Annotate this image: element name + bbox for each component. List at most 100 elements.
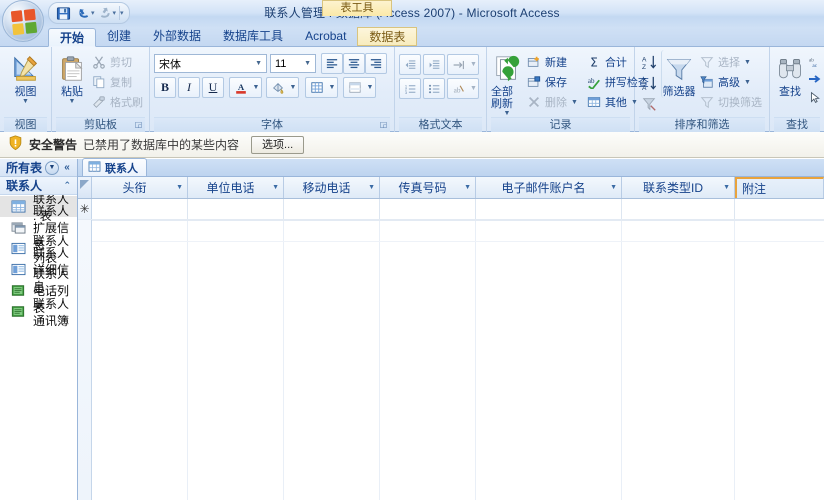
tab-home[interactable]: 开始	[48, 28, 97, 47]
italic-button[interactable]: I	[178, 77, 200, 98]
tab-external-data[interactable]: 外部数据	[142, 27, 212, 46]
document-tab-contacts[interactable]: 联系人	[82, 158, 147, 176]
chevron-down-icon[interactable]: ▼	[368, 184, 375, 191]
chevron-down-icon[interactable]: ▼	[176, 184, 183, 191]
tab-create[interactable]: 创建	[96, 27, 142, 46]
font-dialog-launcher-icon[interactable]: ◲	[379, 120, 388, 129]
save-icon[interactable]	[54, 4, 73, 22]
fill-color-icon	[266, 77, 288, 98]
align-left-button[interactable]	[321, 53, 343, 74]
chevron-up-icon[interactable]: ⌃	[63, 180, 71, 191]
delete-record-button[interactable]: 删除 ▼	[523, 92, 581, 112]
format-painter-button[interactable]: 格式刷	[88, 92, 146, 112]
gridlines-dropdown-icon[interactable]: ▼	[327, 77, 338, 98]
toggle-filter-button[interactable]: 切换筛选	[696, 92, 765, 112]
copy-button[interactable]: 复制	[88, 72, 146, 92]
decrease-indent-button[interactable]	[399, 54, 421, 75]
replace-button[interactable]: ab ac	[806, 53, 824, 69]
gridlines-control[interactable]: ▼	[305, 77, 338, 98]
column-header-email[interactable]: 电子邮件账户名 ▼	[476, 177, 622, 198]
advanced-dropdown-icon[interactable]: ▼	[744, 79, 751, 86]
save-record-button[interactable]: 保存	[523, 72, 581, 92]
sort-buttons: A Z Z A	[639, 50, 659, 114]
column-header-fax[interactable]: 传真号码 ▼	[380, 177, 476, 198]
clear-format-control[interactable]: ab ▼	[447, 78, 479, 99]
fill-color-control[interactable]: ▼	[266, 77, 299, 98]
undo-dropdown-icon[interactable]: ▾	[91, 9, 95, 17]
alternate-fill-dropdown-icon[interactable]: ▼	[365, 77, 376, 98]
chevron-down-icon[interactable]: ▼	[464, 184, 471, 191]
navigation-pane-header[interactable]: 所有表 ▼ «	[0, 159, 77, 177]
paste-dropdown-icon[interactable]: ▼	[69, 98, 76, 105]
tab-database-tools[interactable]: 数据库工具	[212, 27, 294, 46]
alternate-fill-control[interactable]: ▼	[343, 77, 376, 98]
chevron-down-icon[interactable]: ▼	[253, 60, 264, 67]
column-header-mobile-phone[interactable]: 移动电话 ▼	[284, 177, 380, 198]
text-direction-control[interactable]: ▼	[447, 54, 479, 75]
cell-mobile-phone[interactable]	[284, 199, 380, 219]
font-color-icon[interactable]: A	[229, 77, 251, 98]
paste-button[interactable]: 粘贴 ▼	[56, 50, 88, 105]
font-size-combo[interactable]: 11 ▼	[270, 54, 316, 73]
customize-qat-icon[interactable]: ▾	[120, 9, 124, 17]
font-color-dropdown-icon[interactable]: ▼	[251, 77, 262, 98]
clear-format-dropdown-icon[interactable]: ▼	[469, 78, 479, 99]
chevron-down-icon[interactable]: ▼	[302, 60, 313, 67]
new-record-button[interactable]: 新建	[523, 52, 581, 72]
cell-notes[interactable]	[735, 199, 824, 219]
chevron-down-icon[interactable]: ▼	[723, 184, 730, 191]
office-button[interactable]	[2, 0, 44, 42]
tab-acrobat[interactable]: Acrobat	[294, 27, 357, 46]
chevron-down-icon[interactable]: ▼	[610, 184, 617, 191]
record-selector[interactable]: ✳	[78, 199, 92, 219]
selection-button[interactable]: 选择 ▼	[696, 52, 765, 72]
redo-dropdown-icon[interactable]: ▾	[113, 9, 117, 17]
chevron-down-icon[interactable]: ▼	[272, 184, 279, 191]
font-color-control[interactable]: A ▼	[229, 77, 262, 98]
advanced-button[interactable]: 高级 ▼	[696, 72, 765, 92]
bulleted-list-button[interactable]	[423, 78, 445, 99]
view-dropdown-icon[interactable]: ▼	[22, 98, 29, 105]
cut-button[interactable]: 剪切	[88, 52, 146, 72]
cell-fax[interactable]	[380, 199, 476, 219]
filter-button[interactable]: 筛选器	[661, 50, 696, 98]
column-header-notes[interactable]: 附注	[735, 177, 824, 198]
view-button[interactable]: 视图 ▼	[4, 50, 47, 105]
increase-indent-button[interactable]	[423, 54, 445, 75]
double-chevron-left-icon[interactable]: «	[59, 162, 75, 173]
sort-ascending-button[interactable]: A Z	[639, 52, 659, 72]
refresh-all-dropdown-icon[interactable]: ▼	[504, 110, 511, 117]
select-button[interactable]	[806, 89, 824, 105]
clear-sort-button[interactable]	[639, 94, 659, 114]
cell-contact-type-id[interactable]	[622, 199, 735, 219]
delete-dropdown-icon[interactable]: ▼	[571, 99, 578, 106]
tab-datasheet[interactable]: 数据表	[357, 27, 418, 46]
new-record-row[interactable]: ✳	[78, 199, 824, 220]
find-button[interactable]: 查找	[774, 50, 806, 98]
column-header-work-phone[interactable]: 单位电话 ▼	[188, 177, 284, 198]
goto-button[interactable]	[806, 71, 824, 87]
selection-dropdown-icon[interactable]: ▼	[744, 59, 751, 66]
sort-descending-button[interactable]: Z A	[639, 73, 659, 93]
clipboard-dialog-launcher-icon[interactable]: ◲	[134, 120, 143, 129]
navigation-group-contacts[interactable]: 联系人 ⌃	[0, 177, 77, 195]
refresh-all-button[interactable]: 全部刷新 ▼	[491, 50, 523, 117]
underline-button[interactable]: U	[202, 77, 224, 98]
options-button[interactable]: 选项...	[251, 135, 305, 154]
font-name-combo[interactable]: 宋体 ▼	[154, 54, 267, 73]
column-header-title[interactable]: 头衔 ▼	[92, 177, 188, 198]
cell-work-phone[interactable]	[188, 199, 284, 219]
fill-color-dropdown-icon[interactable]: ▼	[288, 77, 299, 98]
numbered-list-button[interactable]: 123	[399, 78, 421, 99]
bold-button[interactable]: B	[154, 77, 176, 98]
font-row-1: 宋体 ▼ 11 ▼	[154, 53, 387, 74]
select-all-corner[interactable]	[78, 177, 92, 198]
align-right-button[interactable]	[365, 53, 387, 74]
nav-item-contacts-address-book[interactable]: 联系人通讯簿	[0, 297, 77, 328]
align-center-button[interactable]	[343, 53, 365, 74]
column-header-contact-type-id[interactable]: 联系类型ID ▼	[622, 177, 735, 198]
cell-title[interactable]	[92, 199, 188, 219]
text-direction-dropdown-icon[interactable]: ▼	[469, 54, 479, 75]
dropdown-circle-icon[interactable]: ▼	[45, 160, 59, 175]
cell-email[interactable]	[476, 199, 622, 219]
